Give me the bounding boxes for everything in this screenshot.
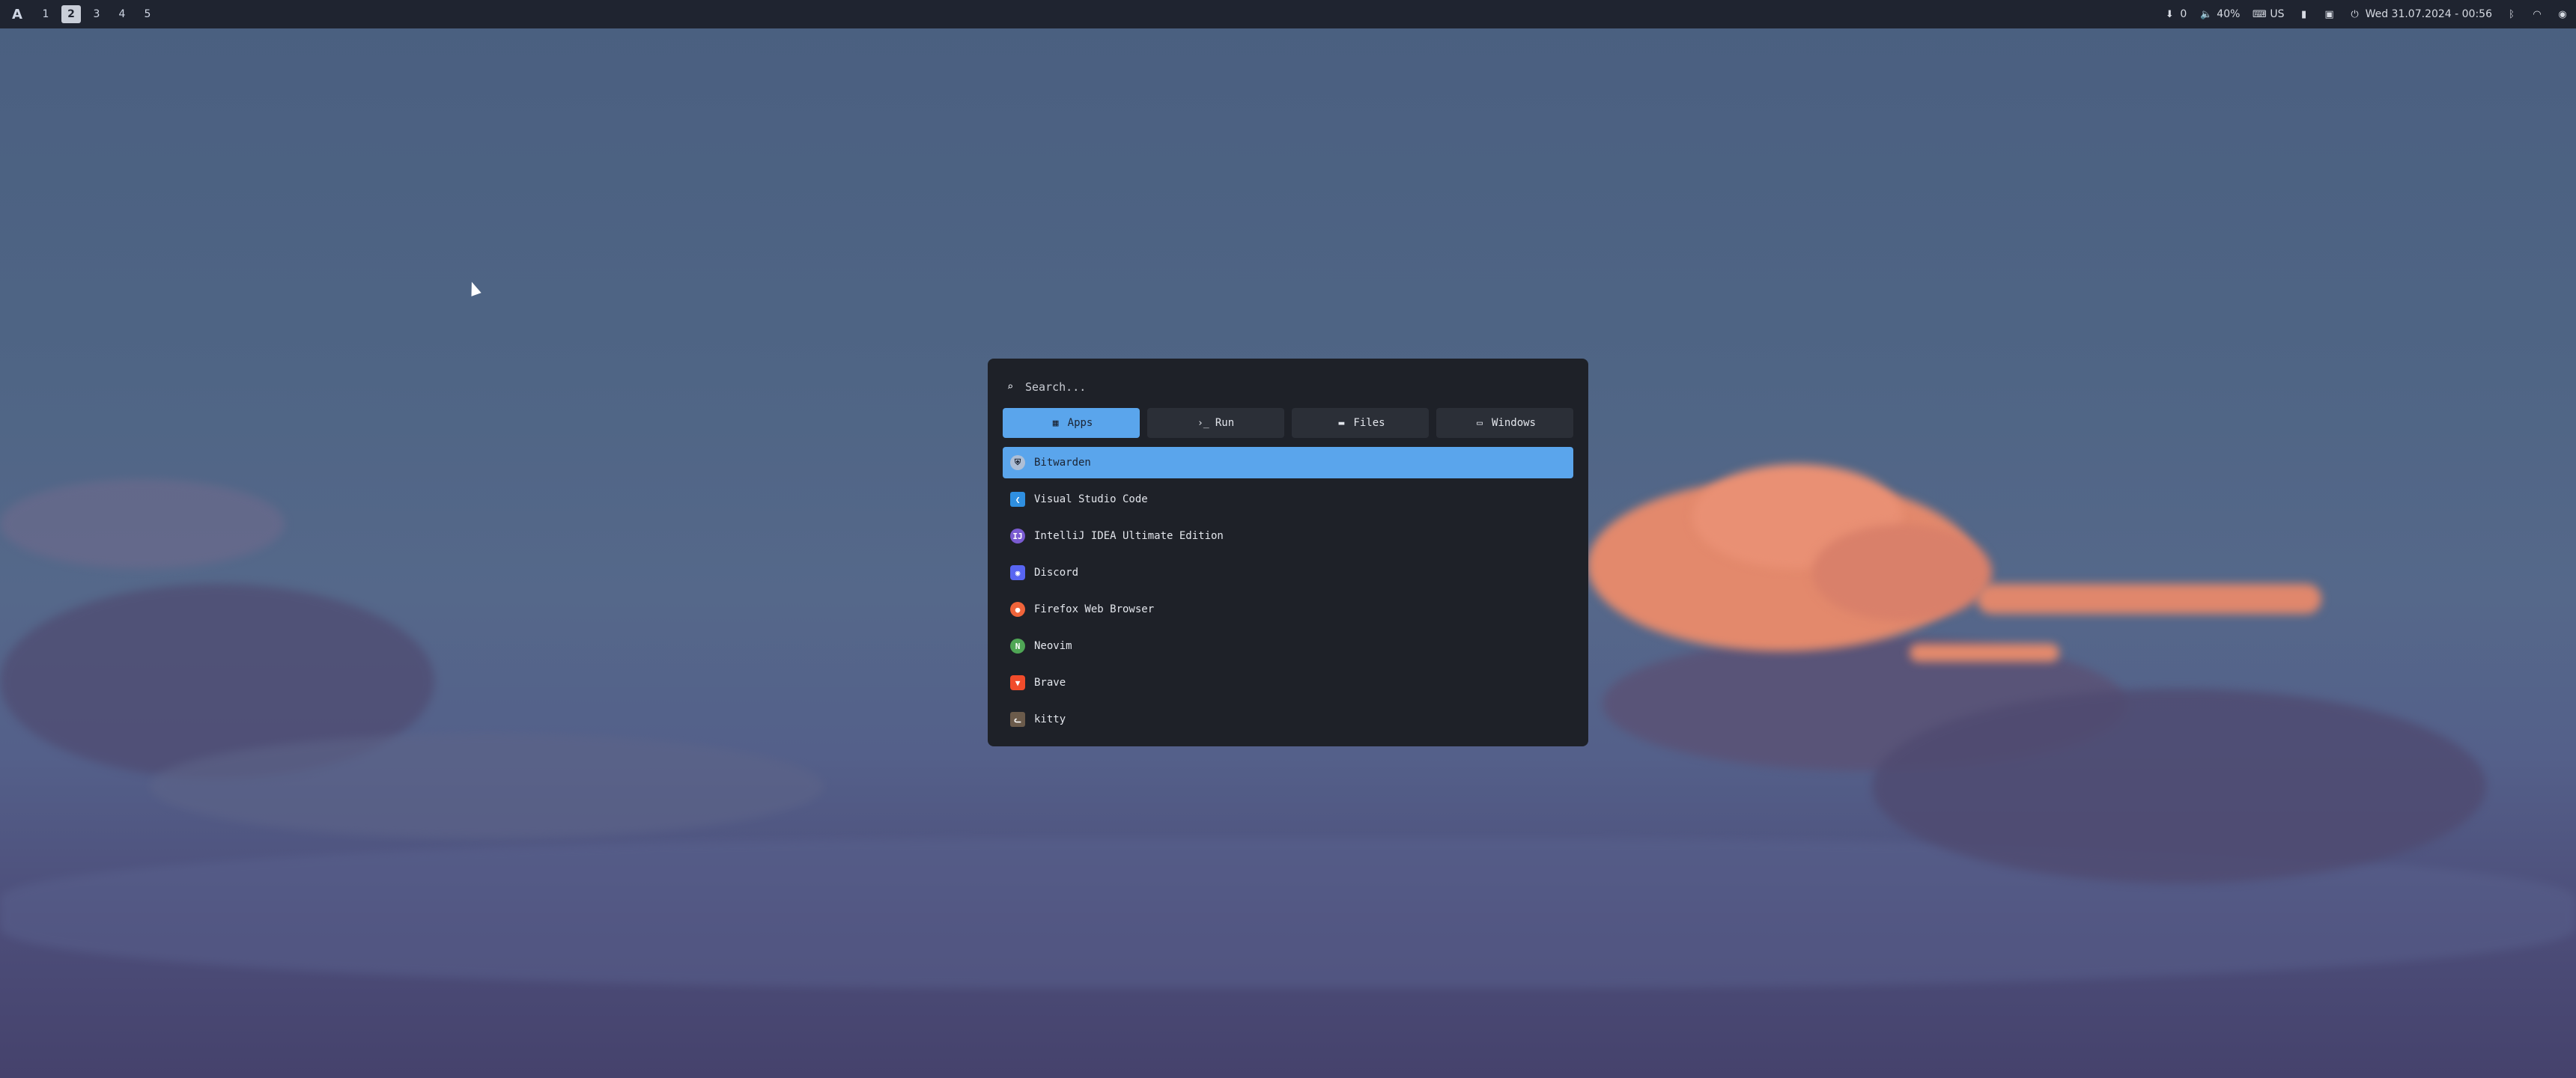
grid-icon: ▦	[1052, 417, 1059, 429]
app-launcher: ⌕ ▦ Apps ›_ Run ▬ Files ▭ Windows ⛨ Bitw…	[988, 359, 1588, 746]
tab-label: Run	[1215, 417, 1235, 429]
wallpaper-cloud	[1977, 584, 2321, 614]
volume-indicator[interactable]: 🔈 40%	[2200, 8, 2240, 20]
notifications-icon[interactable]: ▣	[2324, 8, 2336, 20]
wallpaper-cloud	[150, 734, 824, 838]
tab-apps[interactable]: ▦ Apps	[1003, 408, 1140, 438]
tab-label: Apps	[1067, 417, 1093, 429]
app-label: Brave	[1034, 677, 1066, 689]
firefox-icon: ●	[1010, 602, 1025, 617]
kitty-icon: ᓚ	[1010, 712, 1025, 727]
app-label: Firefox Web Browser	[1034, 603, 1155, 615]
volume-level: 40%	[2217, 8, 2241, 20]
folder-icon: ▬	[1338, 417, 1345, 429]
list-item-firefox[interactable]: ● Firefox Web Browser	[1003, 594, 1573, 625]
list-item-bitwarden[interactable]: ⛨ Bitwarden	[1003, 447, 1573, 478]
list-item-intellij[interactable]: IJ IntelliJ IDEA Ultimate Edition	[1003, 520, 1573, 552]
app-label: IntelliJ IDEA Ultimate Edition	[1034, 530, 1224, 542]
app-label: Neovim	[1034, 640, 1072, 652]
wallpaper-cloud	[1872, 689, 2486, 883]
discord-icon: ◉	[1010, 565, 1025, 580]
stats-icon[interactable]: ▮	[2298, 8, 2310, 20]
terminal-icon: ›_	[1197, 417, 1209, 429]
updates-indicator[interactable]: ⬇ 0	[2163, 8, 2187, 20]
system-tray: ⬇ 0 🔈 40% ⌨ US ▮ ▣ ⏻ Wed 31.07.2024 - 00…	[2163, 8, 2569, 20]
search-input[interactable]	[1024, 380, 1573, 395]
wallpaper-cloud	[1812, 524, 1992, 621]
list-item-vscode[interactable]: ❮ Visual Studio Code	[1003, 484, 1573, 515]
workspace-4[interactable]: 4	[112, 5, 132, 23]
list-item-kitty[interactable]: ᓚ kitty	[1003, 704, 1573, 735]
workspace-1[interactable]: 1	[36, 5, 55, 23]
arch-logo-icon[interactable]: A	[7, 4, 27, 24]
tab-files[interactable]: ▬ Files	[1292, 408, 1429, 438]
keyboard-icon: ⌨	[2253, 8, 2267, 20]
keyboard-layout[interactable]: ⌨ US	[2253, 8, 2285, 20]
brave-icon: ▼	[1010, 675, 1025, 690]
app-label: Discord	[1034, 567, 1079, 579]
workspace-3[interactable]: 3	[87, 5, 106, 23]
neovim-icon: N	[1010, 639, 1025, 654]
power-icon: ⏻	[2351, 8, 2359, 20]
tab-run[interactable]: ›_ Run	[1147, 408, 1284, 438]
bitwarden-icon: ⛨	[1010, 455, 1025, 470]
workspace-switcher: 1 2 3 4 5	[36, 5, 157, 23]
tab-windows[interactable]: ▭ Windows	[1436, 408, 1573, 438]
list-item-discord[interactable]: ◉ Discord	[1003, 557, 1573, 588]
top-bar: A 1 2 3 4 5 ⬇ 0 🔈 40% ⌨ US ▮ ▣ ⏻ Wed 31.…	[0, 0, 2576, 28]
tab-label: Windows	[1491, 417, 1536, 429]
wallpaper-cloud	[1910, 644, 2059, 662]
intellij-icon: IJ	[1010, 529, 1025, 543]
app-list: ⛨ Bitwarden ❮ Visual Studio Code IJ Inte…	[1003, 447, 1573, 735]
list-item-brave[interactable]: ▼ Brave	[1003, 667, 1573, 698]
volume-icon: 🔈	[2200, 8, 2213, 20]
list-item-neovim[interactable]: N Neovim	[1003, 630, 1573, 662]
updates-icon: ⬇	[2165, 8, 2174, 20]
discord-tray-icon[interactable]: ◉	[2557, 8, 2569, 20]
window-icon: ▭	[1477, 417, 1483, 429]
bluetooth-icon[interactable]: ᛒ	[2506, 8, 2518, 20]
wallpaper-cloud	[0, 479, 285, 569]
mouse-cursor	[467, 280, 482, 296]
tab-label: Files	[1353, 417, 1385, 429]
app-label: kitty	[1034, 713, 1066, 725]
search-icon: ⌕	[1006, 381, 1014, 393]
workspace-5[interactable]: 5	[138, 5, 157, 23]
updates-count: 0	[2180, 8, 2187, 20]
clock[interactable]: ⏻ Wed 31.07.2024 - 00:56	[2349, 8, 2492, 20]
app-label: Visual Studio Code	[1034, 493, 1148, 505]
wifi-icon[interactable]: ◠	[2531, 8, 2543, 20]
app-label: Bitwarden	[1034, 457, 1091, 469]
launcher-tabs: ▦ Apps ›_ Run ▬ Files ▭ Windows	[1003, 408, 1573, 438]
datetime: Wed 31.07.2024 - 00:56	[2365, 8, 2492, 20]
workspace-2[interactable]: 2	[61, 5, 81, 23]
search-bar: ⌕	[1003, 375, 1573, 399]
keyboard-layout-label: US	[2270, 8, 2285, 20]
vscode-icon: ❮	[1010, 492, 1025, 507]
